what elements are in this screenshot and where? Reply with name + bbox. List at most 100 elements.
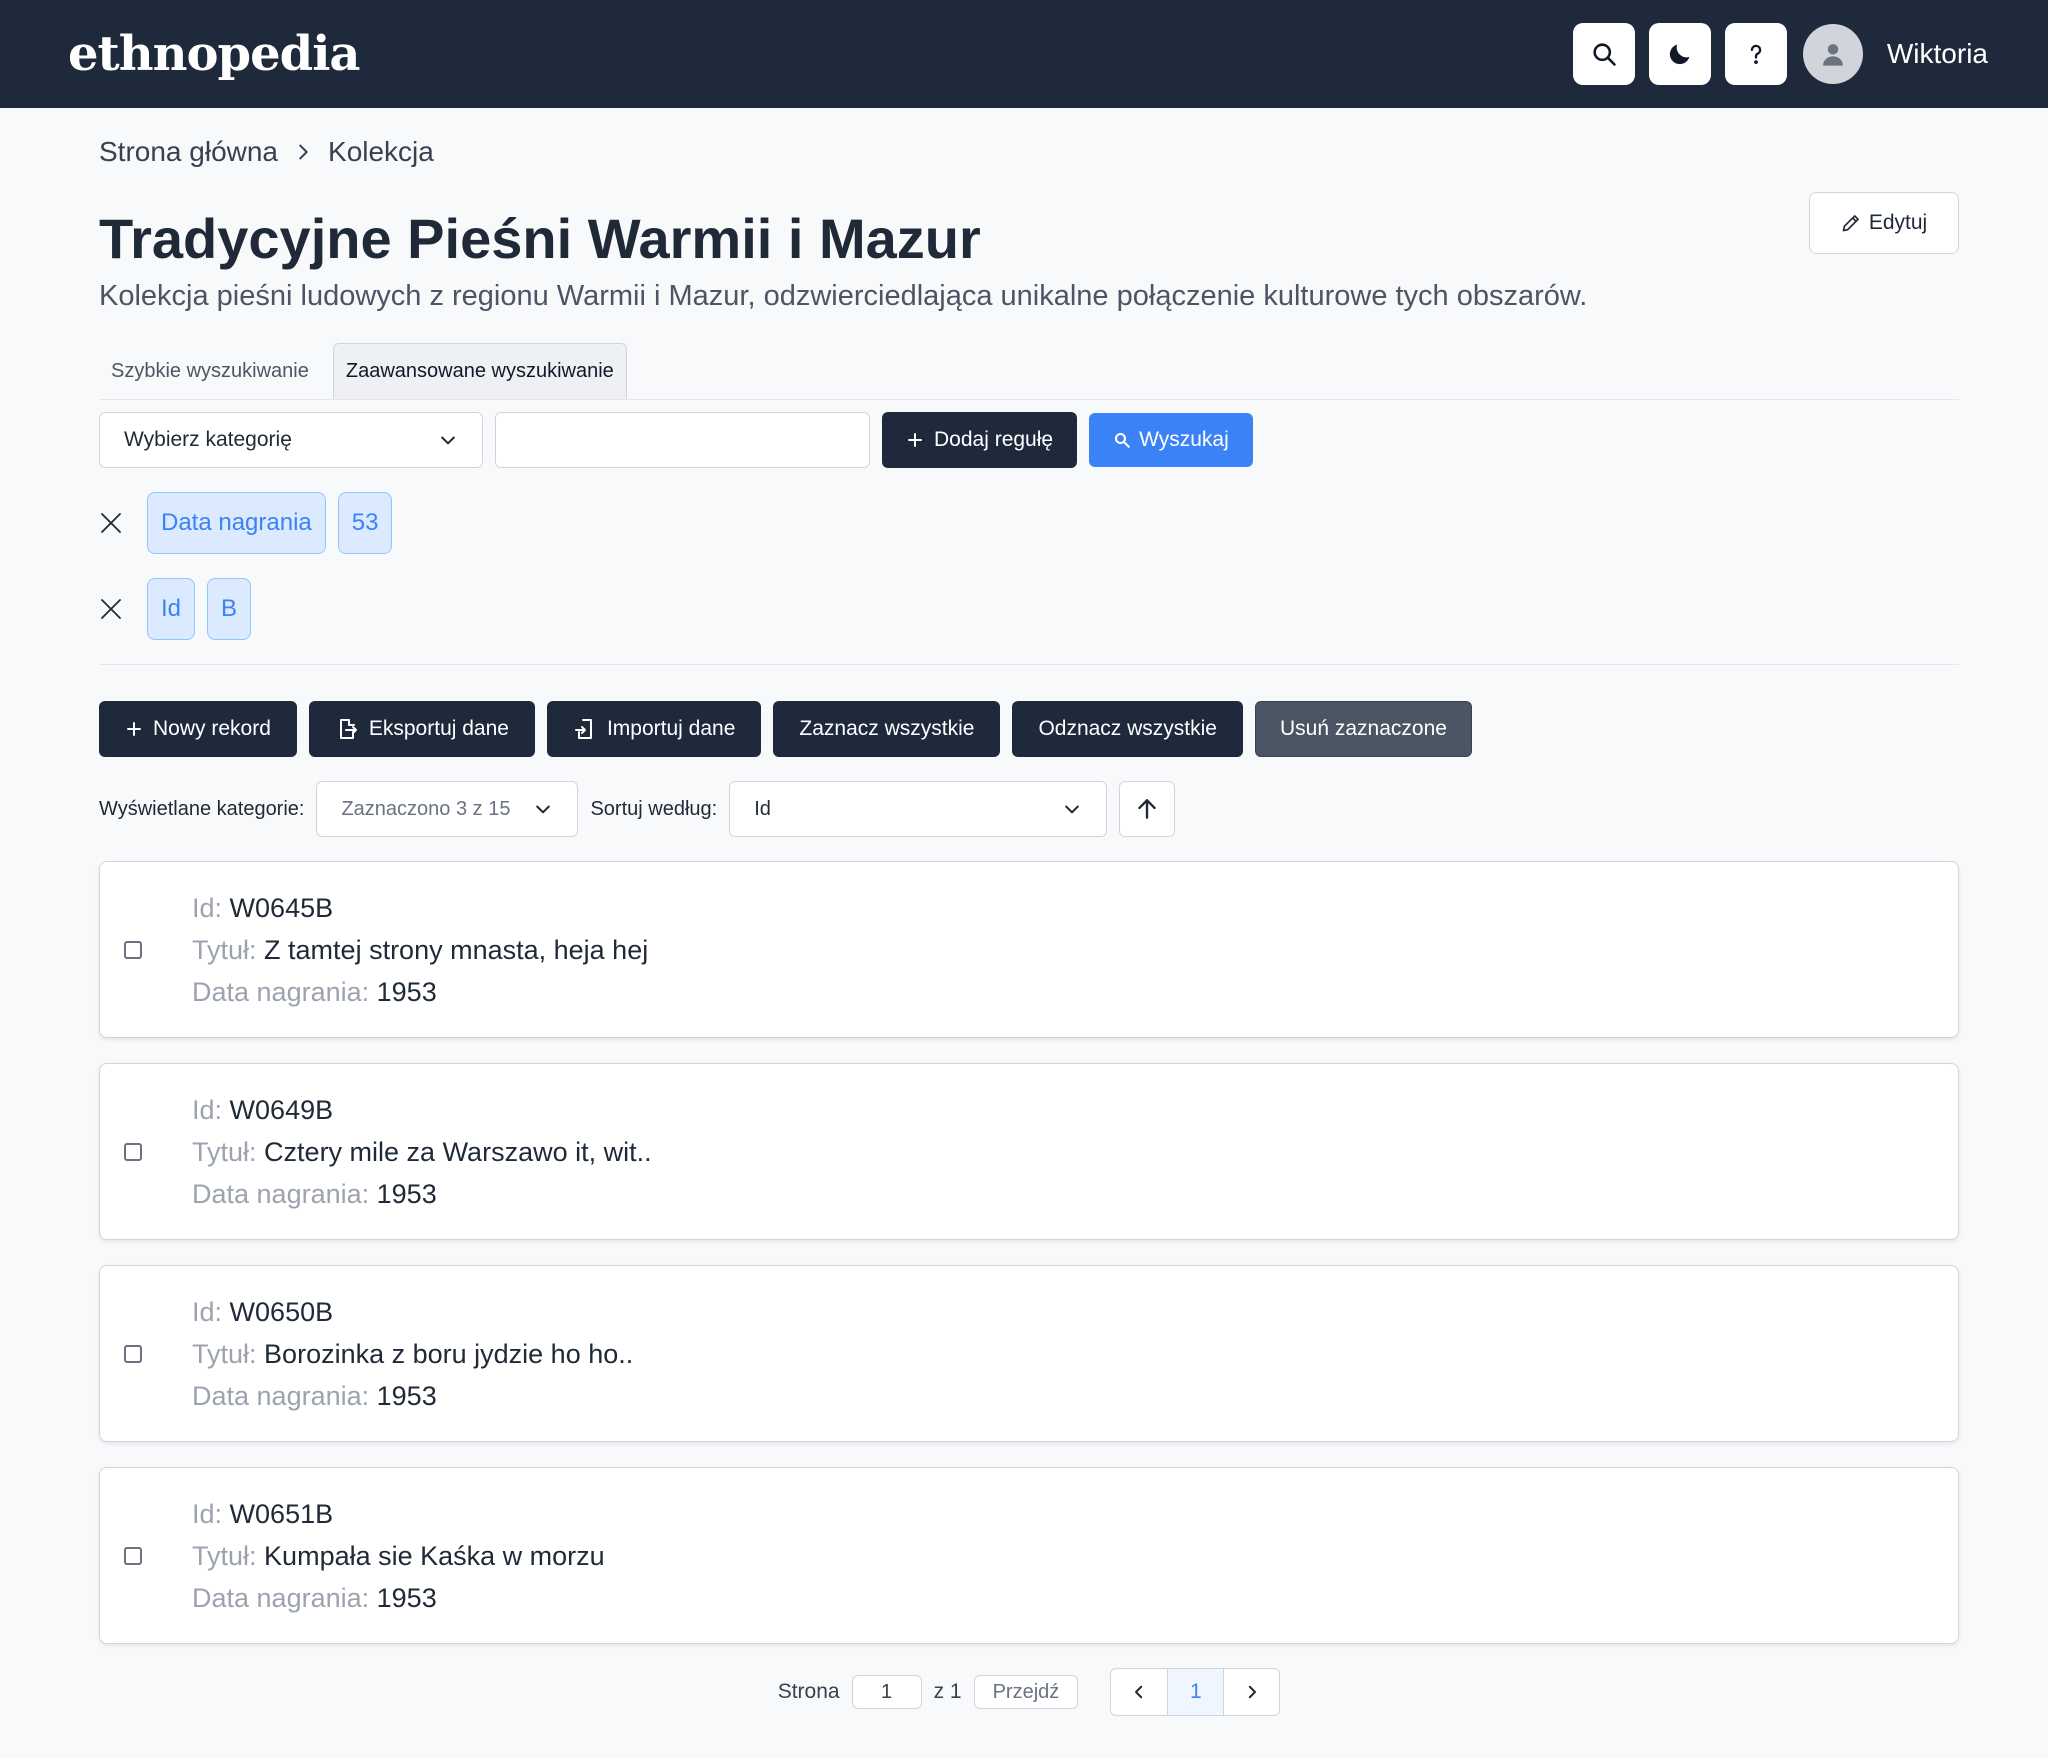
record-title: Z tamtej strony mnasta, heja hej <box>264 934 649 965</box>
record-title: Cztery mile za Warszawo it, wit.. <box>264 1136 652 1167</box>
chevron-down-icon <box>1065 805 1080 814</box>
field-label: Data nagrania: <box>192 976 370 1007</box>
select-all-label: Zaznacz wszystkie <box>799 717 975 740</box>
chevron-right-icon <box>299 144 308 160</box>
page-number-input[interactable] <box>851 1675 922 1709</box>
search-button[interactable] <box>1572 23 1635 85</box>
chevron-left-icon <box>1135 1685 1143 1699</box>
page-title: Tradycyjne Pieśni Warmii i Mazur <box>99 207 981 270</box>
edit-button[interactable]: Edytuj <box>1809 192 1959 254</box>
record-fields: Id: W0649B Tytuł: Cztery mile za Warszaw… <box>192 1089 652 1215</box>
field-label: Tytuł: <box>192 1136 257 1167</box>
sort-select-value: Id <box>754 797 771 820</box>
go-to-page-button[interactable]: Przejdź <box>973 1675 1079 1709</box>
select-all-button[interactable]: Zaznacz wszystkie <box>773 701 1001 757</box>
rule-category-chip: Id <box>147 578 196 640</box>
field-label: Data nagrania: <box>192 1582 370 1613</box>
record-title: Kumpała sie Kaśka w morzu <box>264 1540 605 1571</box>
sort-select[interactable]: Id <box>729 781 1108 837</box>
moon-icon <box>1669 44 1690 65</box>
field-label: Id: <box>192 1296 223 1327</box>
record-card[interactable]: Id: W0649B Tytuł: Cztery mile za Warszaw… <box>99 1063 1959 1240</box>
breadcrumb-current[interactable]: Kolekcja <box>328 136 434 168</box>
tab-quick-search[interactable]: Szybkie wyszukiwanie <box>99 343 321 399</box>
go-to-page-label: Przejdź <box>992 1680 1060 1703</box>
user-name[interactable]: Wiktoria <box>1887 38 1988 70</box>
displayed-categories-select[interactable]: Zaznaczono 3 z 15 <box>316 781 579 837</box>
edit-button-label: Edytuj <box>1868 211 1928 234</box>
user-avatar-icon <box>1822 44 1843 66</box>
close-icon[interactable] <box>99 597 123 621</box>
logo[interactable]: ethnopedia <box>68 26 361 82</box>
page-button-current[interactable]: 1 <box>1167 1669 1224 1715</box>
record-fields: Id: W0650B Tytuł: Borozinka z boru jydzi… <box>192 1291 633 1417</box>
search-submit-button[interactable]: Wyszukaj <box>1089 413 1253 467</box>
export-icon <box>339 719 357 739</box>
breadcrumb-home[interactable]: Strona główna <box>99 136 278 168</box>
arrow-up-icon <box>1138 799 1156 819</box>
breadcrumb: Strona główna Kolekcja <box>99 136 1959 168</box>
user-avatar[interactable] <box>1802 24 1863 84</box>
deselect-all-label: Odznacz wszystkie <box>1038 717 1217 740</box>
field-label: Id: <box>192 1094 223 1125</box>
search-submit-label: Wyszukaj <box>1139 428 1229 451</box>
tab-advanced-search[interactable]: Zaawansowane wyszukiwanie <box>332 343 627 399</box>
import-data-label: Importuj dane <box>606 717 736 740</box>
category-select-value: Wybierz kategorię <box>124 428 292 451</box>
field-label: Id: <box>192 892 223 923</box>
category-select[interactable]: Wybierz kategorię <box>99 412 483 468</box>
record-card[interactable]: Id: W0645B Tytuł: Z tamtej strony mnasta… <box>99 861 1959 1038</box>
help-button[interactable] <box>1724 23 1787 85</box>
rule-value-input[interactable] <box>495 412 870 468</box>
close-icon[interactable] <box>99 511 123 535</box>
plus-icon <box>127 722 141 736</box>
record-card[interactable]: Id: W0651B Tytuł: Kumpała sie Kaśka w mo… <box>99 1467 1959 1644</box>
export-data-label: Eksportuj dane <box>368 717 509 740</box>
new-record-label: Nowy rekord <box>153 717 271 740</box>
deselect-all-button[interactable]: Odznacz wszystkie <box>1012 701 1243 757</box>
search-icon <box>1115 432 1130 448</box>
chevron-right-icon <box>1248 1685 1256 1699</box>
page-label: Strona <box>777 1680 840 1703</box>
previous-page-button[interactable] <box>1111 1669 1167 1715</box>
export-data-button[interactable]: Eksportuj dane <box>308 701 535 757</box>
record-title: Borozinka z boru jydzie ho ho.. <box>264 1338 634 1369</box>
delete-selected-button[interactable]: Usuń zaznaczone <box>1255 701 1472 757</box>
sort-label: Sortuj według: <box>590 797 718 820</box>
import-data-button[interactable]: Importuj dane <box>546 701 762 757</box>
record-date: 1953 <box>376 1582 437 1613</box>
record-checkbox[interactable] <box>124 1546 142 1565</box>
record-checkbox[interactable] <box>124 1142 142 1161</box>
record-fields: Id: W0651B Tytuł: Kumpała sie Kaśka w mo… <box>192 1493 605 1619</box>
field-label: Id: <box>192 1498 223 1529</box>
new-record-button[interactable]: Nowy rekord <box>99 701 297 757</box>
record-checkbox[interactable] <box>124 940 142 959</box>
main-content: Strona główna Kolekcja Tradycyjne Pieśni… <box>99 108 1959 1716</box>
advanced-search-row: Wybierz kategorię Dodaj regułę Wyszukaj <box>99 412 1959 468</box>
field-label: Data nagrania: <box>192 1380 370 1411</box>
header-actions: Wiktoria <box>1572 23 1988 85</box>
record-id: W0649B <box>229 1094 334 1125</box>
record-date: 1953 <box>376 976 437 1007</box>
record-card[interactable]: Id: W0650B Tytuł: Borozinka z boru jydzi… <box>99 1265 1959 1442</box>
sort-direction-button[interactable] <box>1119 781 1176 837</box>
pencil-icon <box>1842 215 1859 232</box>
collection-description: Kolekcja pieśni ludowych z regionu Warmi… <box>99 280 1588 312</box>
divider <box>99 664 1959 665</box>
top-navbar: ethnopedia Wiktoria <box>0 0 2048 108</box>
rule-value-chip: 53 <box>337 492 393 554</box>
field-label: Data nagrania: <box>192 1178 370 1209</box>
record-checkbox[interactable] <box>124 1344 142 1363</box>
pager: 1 <box>1110 1668 1281 1716</box>
theme-toggle-button[interactable] <box>1648 23 1711 85</box>
next-page-button[interactable] <box>1223 1669 1279 1715</box>
add-rule-button[interactable]: Dodaj regułę <box>882 412 1078 468</box>
record-actions: Nowy rekord Eksportuj dane Importuj dane… <box>99 701 1959 757</box>
help-icon <box>1750 44 1762 65</box>
rule-value-chip: B <box>207 578 252 640</box>
search-icon <box>1593 43 1616 66</box>
record-id: W0650B <box>229 1296 334 1327</box>
title-row: Tradycyjne Pieśni Warmii i Mazur Edytuj <box>99 192 1959 274</box>
chevron-down-icon <box>441 436 455 445</box>
search-rules: Data nagrania 53 Id B <box>99 492 1959 640</box>
